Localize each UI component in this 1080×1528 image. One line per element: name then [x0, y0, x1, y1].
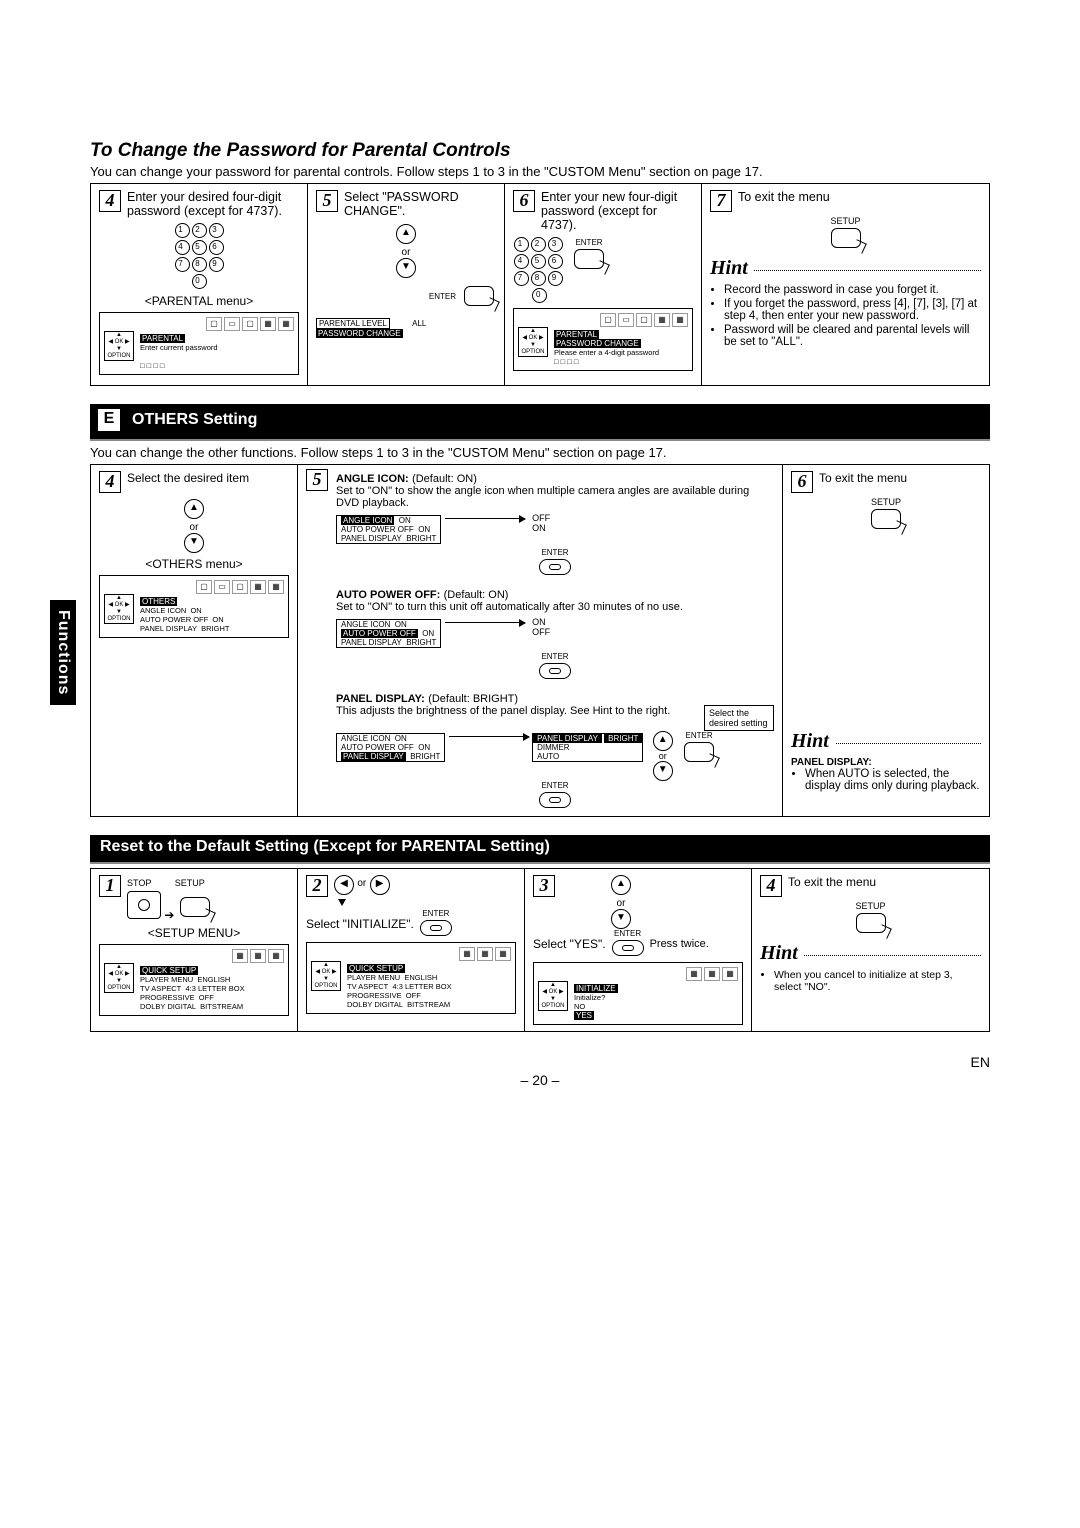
step-number: 1 [99, 875, 121, 897]
setup-menu-box-2: ▦▦▦ ▲◀ OK ▶▼OPTION QUICK SETUP PLAYER ME… [306, 942, 516, 1014]
press-icon [178, 895, 212, 919]
arrow-right-icon [445, 622, 525, 623]
sidebar-tab: Functions [50, 600, 76, 705]
stop-button-icon [127, 891, 161, 919]
up-icon: ▲ [611, 875, 631, 895]
step-text: Enter your desired four-digit password (… [127, 190, 297, 218]
menu-label: <OTHERS menu> [99, 557, 289, 571]
section-bar-reset: Reset to the Default Setting (Except for… [90, 835, 990, 862]
press-icon [462, 284, 496, 308]
up-icon: ▲ [184, 499, 204, 519]
language-label: EN [971, 1054, 990, 1070]
step-number: 5 [316, 190, 338, 212]
step-number: 4 [760, 875, 782, 897]
arrow-right-icon [449, 736, 529, 737]
panel-options-table: PANEL DISPLAY BRIGHT DIMMER AUTO [532, 733, 643, 762]
reset-steps-row: 1 STOP SETUP ➔ <SETUP MENU> ▦▦▦ ▲◀ OK ▶▼… [90, 868, 990, 1032]
setting-table: ANGLE ICON ON AUTO POWER OFF ON PANEL DI… [336, 515, 441, 544]
arrow-down-icon [338, 899, 346, 906]
step-text: Select "YES". [533, 937, 606, 951]
page-number: – 20 – [90, 1072, 990, 1088]
up-icon: ▲ [653, 731, 673, 751]
press-icon [682, 740, 716, 764]
right-icon: ▶ [370, 875, 390, 895]
hint-list: When you cancel to initialize at step 3,… [774, 969, 981, 993]
main-title: To Change the Password for Parental Cont… [90, 140, 990, 162]
down-icon: ▼ [653, 761, 673, 781]
press-icon [829, 226, 863, 250]
up-icon: ▲ [396, 224, 416, 244]
step-number: 3 [533, 875, 555, 897]
enter-button-icon [539, 663, 571, 679]
setting-table: ANGLE ICON ON AUTO POWER OFF ON PANEL DI… [336, 733, 445, 762]
setup-label: SETUP [710, 216, 981, 226]
keypad: 123 456 789 0 [99, 222, 299, 290]
section-title: Reset to the Default Setting (Except for… [100, 838, 550, 856]
step-number: 4 [99, 190, 121, 212]
press-icon [854, 911, 888, 935]
step-number: 5 [306, 469, 328, 491]
hint-title: Hint [791, 730, 835, 753]
hint-list: Record the password in case you forget i… [724, 284, 981, 348]
keypad: 123 456 789 0 [513, 236, 564, 304]
others-intro: You can change the other functions. Foll… [90, 445, 990, 460]
setting-table: ANGLE ICON ON AUTO POWER OFF ON PANEL DI… [336, 619, 441, 648]
initialize-menu-box: ▦▦▦ ▲◀ OK ▶▼OPTION INITIALIZE Initialize… [533, 962, 743, 1025]
left-icon: ◀ [334, 875, 354, 895]
parental-steps-row: 4 Enter your desired four-digit password… [90, 183, 990, 386]
section-letter: E [96, 407, 122, 433]
parental-menu-box-2: ▢▭▢▦▦ ▲◀ OK ▶▼OPTION PARENTAL PASSWORD C… [513, 308, 693, 371]
menu-label: <PARENTAL menu> [99, 294, 299, 308]
step-number: 4 [99, 471, 121, 493]
step-number: 7 [710, 190, 732, 212]
arrow-right-icon [445, 518, 525, 519]
enter-button-icon [539, 559, 571, 575]
step-text: To exit the menu [738, 190, 830, 204]
hint-title: Hint [760, 942, 804, 965]
step-text: To exit the menu [788, 875, 876, 889]
menu-label: <SETUP MENU> [99, 926, 289, 940]
enter-button-icon [539, 792, 571, 808]
setup-label: SETUP [791, 497, 981, 507]
down-icon: ▼ [611, 909, 631, 929]
enter-button-icon [612, 940, 644, 956]
down-icon: ▼ [396, 258, 416, 278]
step-number: 2 [306, 875, 328, 897]
setup-label: SETUP [760, 901, 981, 911]
step-text: To exit the menu [819, 471, 907, 485]
others-steps-row: 4 Select the desired item ▲ or ▼ <OTHERS… [90, 464, 990, 817]
press-icon [572, 247, 606, 271]
step-text: Select "INITIALIZE". [306, 917, 414, 931]
setup-menu-box: ▦▦▦ ▲◀ OK ▶▼OPTION QUICK SETUP PLAYER ME… [99, 944, 289, 1016]
press-icon [869, 507, 903, 531]
section-bar-others: E OTHERS Setting [90, 404, 990, 439]
down-icon: ▼ [184, 533, 204, 553]
step-number: 6 [513, 190, 535, 212]
step-text: Select the desired item [127, 471, 249, 485]
step-text: Enter your new four-digit password (exce… [541, 190, 691, 232]
intro-text: You can change your password for parenta… [90, 164, 990, 179]
step-text: Select "PASSWORD CHANGE". [344, 190, 494, 218]
enter-button-icon [420, 920, 452, 936]
others-menu-box: ▢▭▢▦▦ ▲◀ OK ▶▼OPTION OTHERS ANGLE ICON O… [99, 575, 289, 638]
section-title: OTHERS Setting [132, 411, 257, 429]
step-number: 6 [791, 471, 813, 493]
hint-list: When AUTO is selected, the display dims … [805, 768, 981, 792]
parental-menu-box: ▢▭▢▦▦ ▲◀ OK ▶▼OPTION PARENTAL Enter curr… [99, 312, 299, 375]
hint-title: Hint [710, 257, 754, 280]
